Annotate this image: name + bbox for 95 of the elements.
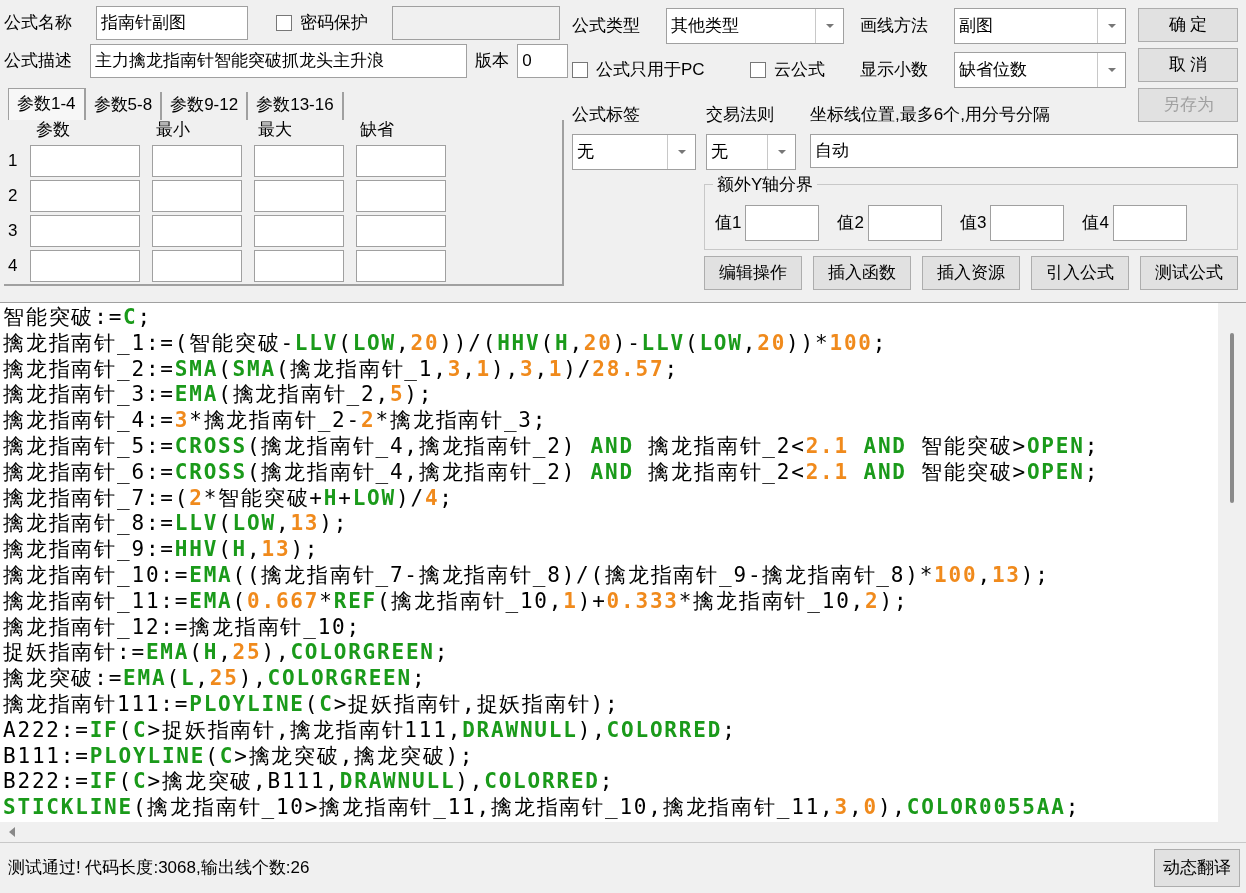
code-line: 捉妖指南针:=EMA(H,25),COLORGREEN; — [3, 640, 450, 667]
field-label: 公式名称 — [4, 12, 73, 35]
dropdown[interactable]: 无 — [706, 133, 796, 170]
code-line: 擒龙指南针_12:=擒龙指南针_10; — [3, 614, 361, 641]
checkbox-label: 密码保护 — [300, 12, 368, 35]
code-line: 擒龙指南针_3:=EMA(擒龙指南针_2,5); — [3, 382, 434, 409]
code-line: 擒龙指南针_4:=3*擒龙指南针_2-2*擒龙指南针_3; — [3, 408, 548, 434]
code-line: 智能突破:=C; — [3, 305, 152, 331]
field-label: 公式标签 — [572, 104, 641, 126]
checkbox-label: 云公式 — [774, 59, 825, 82]
horizontal-scrollbar[interactable] — [0, 822, 1246, 842]
column-header: 最小 — [156, 119, 190, 139]
button[interactable]: 编辑操作 — [704, 255, 802, 290]
description-field[interactable]: 主力擒龙指南针智能突破抓龙头主升浪 — [89, 44, 468, 78]
name-field[interactable]: 指南针副图 — [96, 6, 248, 40]
input-field[interactable] — [254, 145, 344, 177]
field-label: 交易法则 — [706, 104, 775, 126]
column-header: 最大 — [258, 119, 292, 139]
code-line: 擒龙指南针_7:=(2*智能突破+H+LOW)/4; — [3, 485, 454, 512]
field-label: 显示小数 — [860, 59, 929, 82]
caret-icon — [676, 148, 687, 155]
field-label: 值4 — [1082, 211, 1109, 234]
code-line: 擒龙指南针_1:=(智能突破-LLV(LOW,20))/(HHV(H,20)-LLV(LOW,20))*100; — [3, 330, 888, 357]
input-field[interactable] — [30, 145, 140, 177]
input-field[interactable] — [152, 180, 242, 212]
caret-icon — [1106, 23, 1117, 29]
input-field[interactable] — [152, 215, 242, 247]
vertical-scrollbar[interactable] — [1218, 303, 1246, 822]
input-field[interactable] — [30, 180, 140, 212]
field-label: 画线方法 — [860, 15, 929, 38]
input-field[interactable] — [1112, 204, 1187, 241]
button[interactable]: 插入函数 — [813, 255, 911, 290]
field-label: 值2 — [837, 211, 864, 234]
code-line: 擒龙突破:=EMA(L,25),COLORGREEN; — [3, 666, 427, 692]
button[interactable]: 插入资源 — [922, 255, 1020, 290]
row-number: 2 — [8, 185, 18, 208]
code-line: 擒龙指南针_5:=CROSS(擒龙指南针_4,擒龙指南针_2) AND 擒龙指南针_2<2.1 AND 智能突破>OPEN; — [3, 434, 1100, 460]
row-number: 3 — [8, 220, 18, 243]
tab[interactable]: 参数1-4 — [8, 88, 86, 120]
input-field[interactable] — [152, 250, 242, 282]
dropdown[interactable]: 缺省位数 — [954, 52, 1126, 88]
dropdown[interactable]: 其他类型 — [666, 8, 844, 44]
field-label: 版本 — [475, 50, 510, 73]
row-number: 4 — [8, 255, 18, 278]
button[interactable]: 动态翻译 — [1154, 849, 1240, 887]
input-field[interactable] — [30, 250, 140, 282]
input-field[interactable] — [990, 204, 1065, 241]
input-field[interactable] — [356, 215, 446, 247]
caret-icon — [824, 23, 835, 29]
field-label: 公式类型 — [572, 15, 641, 38]
input-field[interactable] — [745, 204, 820, 241]
dropdown[interactable]: 副图 — [954, 8, 1126, 44]
button[interactable]: 引入公式 — [1031, 255, 1129, 290]
code-line: STICKLINE(擒龙指南针_10>擒龙指南针_11,擒龙指南针_10,擒龙指南针_11,3,0),COLOR0055AA; — [3, 795, 1081, 821]
version-field[interactable]: 0 — [517, 44, 568, 78]
status-text: 测试通过! 代码长度:3068,输出线个数:26 — [8, 857, 311, 880]
row-number: 1 — [8, 150, 18, 173]
input-field[interactable] — [356, 145, 446, 177]
input-field[interactable] — [356, 250, 446, 282]
code-line: 擒龙指南针_8:=LLV(LOW,13); — [3, 511, 349, 538]
code-line: B222:=IF(C>擒龙突破,B111,DRAWNULL),COLORRED; — [3, 769, 615, 796]
code-line: 擒龙指南针_9:=HHV(H,13); — [3, 537, 320, 563]
column-header: 缺省 — [360, 119, 394, 139]
caret-icon — [1106, 67, 1117, 73]
checkbox-label: 公式只用于PC — [596, 59, 705, 82]
field-label: 值1 — [715, 211, 742, 234]
input-field[interactable] — [152, 145, 242, 177]
input-field[interactable] — [254, 180, 344, 212]
field-label: 公式描述 — [4, 50, 73, 73]
field-label: 坐标线位置,最多6个,用分号分隔 — [810, 104, 1050, 126]
caret-icon — [776, 148, 787, 155]
input-field[interactable] — [254, 250, 344, 282]
code-line: 擒龙指南针111:=PLOYLINE(C>捉妖指南针,捉妖指南针); — [3, 691, 620, 718]
checkbox[interactable] — [276, 15, 292, 31]
code-line: 擒龙指南针_2:=SMA(SMA(擒龙指南针_1,3,1),3,1)/28.57; — [3, 356, 679, 383]
field-label: 值3 — [959, 211, 987, 234]
checkbox[interactable] — [750, 62, 766, 78]
button[interactable]: 测试公式 — [1140, 255, 1238, 290]
code-line: B111:=PLOYLINE(C>擒龙突破,擒龙突破); — [3, 743, 475, 770]
button[interactable]: 取 消 — [1138, 48, 1238, 82]
input-field[interactable] — [356, 180, 446, 212]
left-arrow-icon[interactable] — [8, 827, 16, 837]
code-editor[interactable] — [0, 302, 1246, 842]
code-line: 擒龙指南针_10:=EMA((擒龙指南针_7-擒龙指南针_8)/(擒龙指南针_9-擒龙指南针_8)*100,13); — [3, 562, 1050, 589]
code-line: A222:=IF(C>捉妖指南针,擒龙指南针111,DRAWNULL),COLORRED; — [3, 717, 737, 744]
input-field[interactable] — [30, 215, 140, 247]
axis-field[interactable]: 自动 — [810, 133, 1238, 168]
input-field[interactable] — [867, 204, 942, 241]
input-field[interactable] — [254, 215, 344, 247]
code-line: 擒龙指南针_6:=CROSS(擒龙指南针_4,擒龙指南针_2) AND 擒龙指南针_2<2.1 AND 智能突破>OPEN; — [3, 459, 1100, 486]
checkbox[interactable] — [572, 62, 588, 78]
dropdown[interactable]: 无 — [572, 133, 696, 170]
column-header: 参数 — [36, 119, 70, 139]
button[interactable]: 确 定 — [1138, 8, 1238, 42]
code-line: 擒龙指南针_11:=EMA(0.667*REF(擒龙指南针_10,1)+0.333*擒龙指南针_10,2); — [3, 588, 909, 615]
